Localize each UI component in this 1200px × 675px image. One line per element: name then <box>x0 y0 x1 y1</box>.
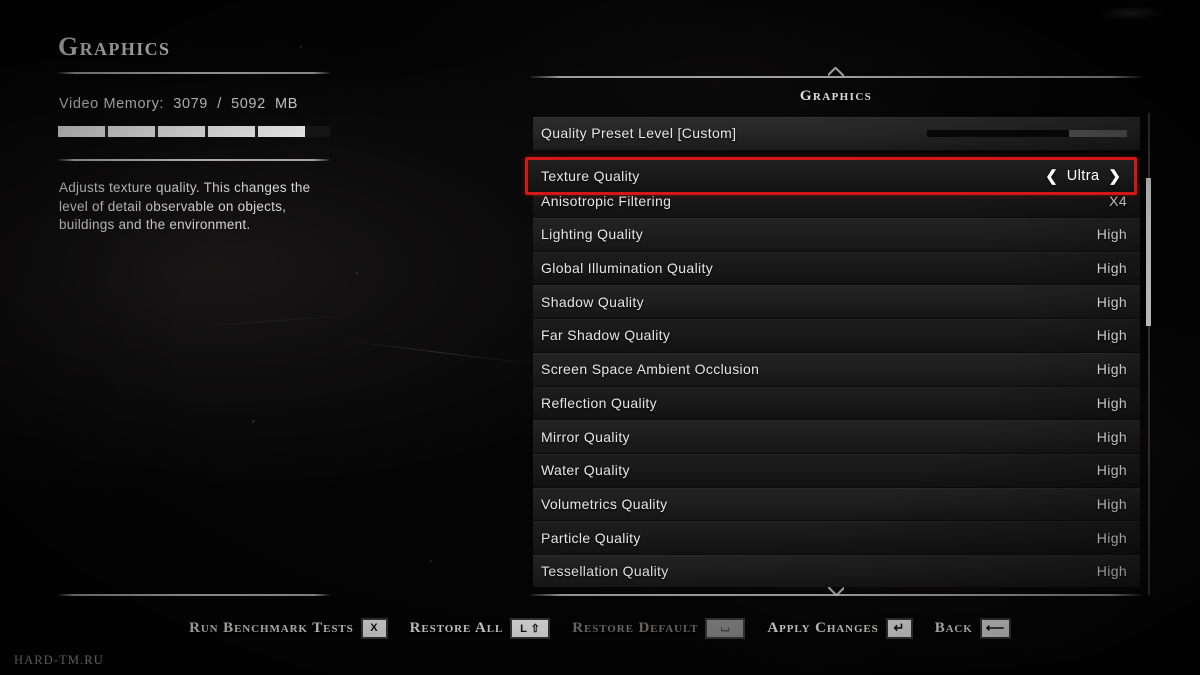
divider-bottom <box>58 594 330 596</box>
setting-label: Volumetrics Quality <box>541 495 668 512</box>
keycap-icon: ↵ <box>885 617 913 639</box>
panel-heading: Graphics <box>799 88 873 104</box>
page-title: Graphics <box>58 32 171 61</box>
action-label: Restore All <box>409 619 504 636</box>
memory-segment <box>58 126 105 137</box>
setting-label: Quality Preset Level [Custom] <box>541 125 737 142</box>
chevron-up-icon <box>828 67 844 76</box>
setting-label: Screen Space Ambient Occlusion <box>541 361 760 378</box>
setting-row[interactable]: Volumetrics Quality High <box>533 487 1140 522</box>
watermark: HARD-TM.RU <box>14 653 104 667</box>
setting-value: High <box>1096 529 1127 546</box>
setting-value: High <box>1096 293 1127 310</box>
chevron-down-icon <box>828 587 844 596</box>
setting-value: High <box>1096 226 1127 243</box>
setting-row[interactable]: Tessellation Quality High <box>533 554 1140 587</box>
memory-segment <box>208 126 255 137</box>
setting-label: Global Illumination Quality <box>541 260 714 277</box>
setting-label: Tessellation Quality <box>541 563 669 580</box>
action-apply-changes[interactable]: Apply Changes ↵ <box>767 617 913 639</box>
action-label: Restore Default <box>572 619 699 636</box>
settings-panel: Graphics Quality Preset Level [Custom] An… <box>525 76 1142 596</box>
setting-label: Reflection Quality <box>541 394 658 411</box>
setting-row[interactable]: Water Quality High <box>533 453 1140 488</box>
divider-top <box>58 72 330 74</box>
setting-row[interactable]: Lighting Quality High <box>533 218 1140 252</box>
keycap-icon: X <box>360 617 388 639</box>
memory-segment <box>258 126 305 137</box>
setting-label: Anisotropic Filtering <box>541 192 672 209</box>
chevron-right-icon[interactable]: ❯ <box>1108 169 1121 184</box>
setting-value: Ultra <box>1066 168 1100 184</box>
action-label: Run Benchmark Tests <box>189 619 354 636</box>
setting-label: Lighting Quality <box>541 226 644 243</box>
memory-segment <box>108 126 155 137</box>
setting-row[interactable]: Reflection Quality High <box>533 386 1140 421</box>
chevron-left-icon[interactable]: ❮ <box>1045 169 1058 184</box>
memory-segment <box>158 126 205 137</box>
setting-value: High <box>1096 394 1127 411</box>
setting-description: Adjusts texture quality. This changes th… <box>59 180 311 232</box>
setting-row[interactable]: Quality Preset Level [Custom] <box>533 117 1140 151</box>
setting-label: Mirror Quality <box>541 428 630 445</box>
setting-row[interactable]: Particle Quality High <box>533 521 1140 555</box>
setting-label: Texture Quality <box>541 168 640 184</box>
setting-value: High <box>1096 495 1127 512</box>
selected-row-highlight[interactable]: Texture Quality ❮ Ultra ❯ <box>525 157 1137 195</box>
keycap-icon: ⌴ <box>705 617 746 639</box>
setting-value: X4 <box>1109 192 1127 209</box>
sidebar: Graphics Video Memory: 3079 / 5092 MB Ad… <box>0 0 400 675</box>
action-restore-default: Restore Default ⌴ <box>572 617 746 639</box>
setting-row-texture-quality[interactable]: Texture Quality ❮ Ultra ❯ <box>528 160 1134 192</box>
action-restore-all[interactable]: Restore All L ⇧ <box>409 617 551 639</box>
video-memory-bar <box>58 126 330 137</box>
quality-preset-slider[interactable] <box>927 129 1127 137</box>
setting-label: Far Shadow Quality <box>541 327 671 344</box>
setting-value: High <box>1096 563 1127 580</box>
setting-value: High <box>1096 428 1127 445</box>
setting-label: Shadow Quality <box>541 293 644 310</box>
setting-value: High <box>1096 260 1127 277</box>
setting-value: High <box>1096 327 1127 344</box>
setting-label: Particle Quality <box>541 529 641 546</box>
dust-speck <box>430 560 432 562</box>
action-run-benchmark-tests[interactable]: Run Benchmark Tests X <box>189 617 388 639</box>
setting-row[interactable]: Shadow Quality High <box>533 285 1140 320</box>
setting-row[interactable]: Global Illumination Quality High <box>533 251 1140 286</box>
setting-label: Water Quality <box>541 462 630 479</box>
action-label: Back <box>934 619 973 636</box>
keycap-icon: ⟵ <box>979 617 1011 639</box>
video-memory-label: Video Memory: 3079 / 5092 MB <box>59 96 298 112</box>
divider-middle <box>58 159 330 161</box>
value-stepper[interactable]: ❮ Ultra ❯ <box>1045 168 1121 184</box>
keycap-icon: L ⇧ <box>510 617 551 639</box>
setting-value: High <box>1096 361 1127 378</box>
setting-row[interactable]: Far Shadow Quality High <box>533 319 1140 353</box>
slider-fill <box>1069 129 1127 137</box>
setting-row[interactable]: Mirror Quality High <box>533 420 1140 454</box>
action-bar: Run Benchmark Tests X Restore All L ⇧ Restor… <box>0 608 1200 648</box>
action-back[interactable]: Back ⟵ <box>934 617 1011 639</box>
scrollbar-thumb[interactable] <box>1146 178 1151 326</box>
action-label: Apply Changes <box>767 619 879 636</box>
setting-value: High <box>1096 462 1127 479</box>
corner-decoration <box>1097 6 1167 20</box>
setting-row[interactable]: Screen Space Ambient Occlusion High <box>533 352 1140 387</box>
panel-rule-top <box>530 76 1142 78</box>
